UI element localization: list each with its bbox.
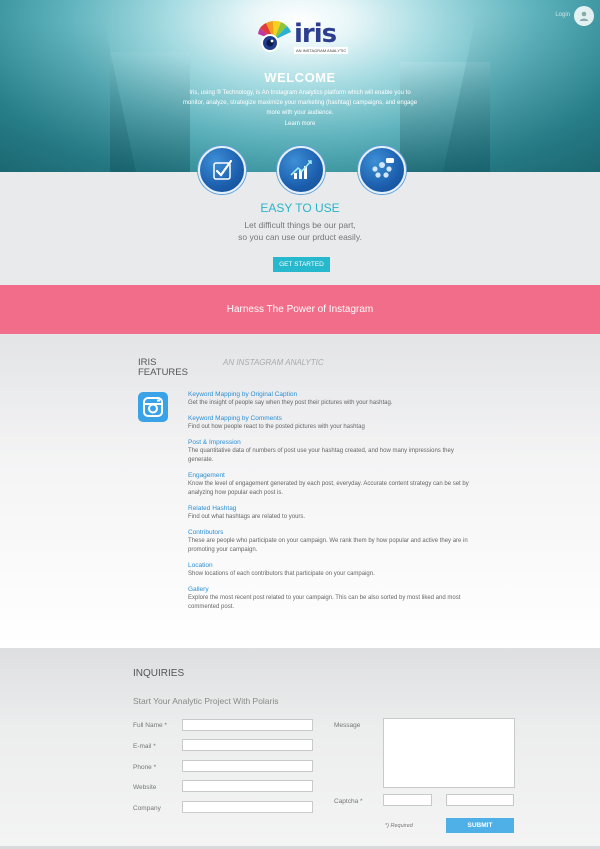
inquiries-subtitle: Start Your Analytic Project With Polaris bbox=[133, 696, 279, 706]
list-item: Contributors These are people who partic… bbox=[188, 528, 478, 555]
user-icon[interactable] bbox=[574, 6, 594, 26]
company-label: Company bbox=[133, 805, 161, 812]
feature-title[interactable]: Related Hashtag bbox=[188, 504, 478, 513]
feature-title[interactable]: Keyword Mapping by Original Caption bbox=[188, 390, 478, 399]
iris-eye-logo-icon bbox=[258, 20, 291, 52]
required-note: *) Required bbox=[385, 823, 413, 829]
logo-wordmark: iris bbox=[294, 19, 337, 49]
features-subtitle: AN INSTAGRAM ANALYTIC bbox=[223, 358, 324, 367]
growth-chart-icon bbox=[277, 146, 325, 194]
company-field[interactable] bbox=[182, 801, 313, 813]
feature-desc: Get the insight of people say when they … bbox=[188, 400, 393, 406]
logo-tagline: AN INSTAGRAM ANALYTIC bbox=[294, 47, 349, 54]
submit-button[interactable]: SUBMIT bbox=[446, 818, 514, 833]
intro-text: Iris, using ® Technology, is An Instagra… bbox=[182, 90, 418, 116]
phone-label: Phone * bbox=[133, 764, 157, 771]
feature-title[interactable]: Location bbox=[188, 561, 478, 570]
captcha-label: Captcha * bbox=[334, 798, 363, 805]
list-item: Related Hashtag Find out what hashtags a… bbox=[188, 504, 478, 522]
instagram-icon bbox=[138, 392, 168, 422]
message-field[interactable] bbox=[383, 718, 515, 788]
website-label: Website bbox=[133, 784, 157, 791]
instagram-banner: Harness The Power of Instagram bbox=[0, 285, 600, 334]
easy-to-use-heading: EASY TO USE bbox=[260, 201, 340, 215]
captcha-field[interactable] bbox=[446, 794, 514, 806]
feature-desc: Explore the most recent post related to … bbox=[188, 595, 461, 610]
easy-line-1: Let difficult things be our part, bbox=[244, 220, 356, 230]
features-list: Keyword Mapping by Original Caption Get … bbox=[188, 390, 478, 618]
feature-desc: Show locations of each contributors that… bbox=[188, 571, 375, 577]
easy-line-2: so you can use our prduct easily. bbox=[238, 232, 362, 242]
community-icon bbox=[358, 146, 406, 194]
feature-title[interactable]: Engagement bbox=[188, 471, 478, 480]
full-name-field[interactable] bbox=[182, 719, 313, 731]
checkmark-chart-icon bbox=[198, 146, 246, 194]
list-item: Post & Impression The quantitative data … bbox=[188, 438, 478, 465]
feature-title[interactable]: Gallery bbox=[188, 585, 478, 594]
features-title: IRIS FEATURES bbox=[138, 358, 188, 378]
feature-desc: The quantitative data of numbers of post… bbox=[188, 448, 454, 463]
feature-desc: Know the level of engagement generated b… bbox=[188, 481, 469, 496]
banner-text: Harness The Power of Instagram bbox=[226, 304, 374, 315]
feature-title[interactable]: Contributors bbox=[188, 528, 478, 537]
feature-title[interactable]: Keyword Mapping by Comments bbox=[188, 414, 478, 423]
list-item: Keyword Mapping by Original Caption Get … bbox=[188, 390, 478, 408]
email-field[interactable] bbox=[182, 739, 313, 751]
list-item: Engagement Know the level of engagement … bbox=[188, 471, 478, 498]
get-started-button[interactable]: GET STARTED bbox=[273, 257, 330, 272]
features-section: IRIS FEATURES AN INSTAGRAM ANALYTIC Keyw… bbox=[0, 334, 600, 648]
iris-logo[interactable]: iris AN INSTAGRAM ANALYTIC bbox=[256, 18, 352, 58]
features-title-line2: FEATURES bbox=[138, 367, 188, 378]
feature-desc: Find out how people react to the posted … bbox=[188, 424, 365, 430]
inquiries-title: INQUIRIES bbox=[133, 668, 185, 679]
message-label: Message bbox=[334, 722, 361, 729]
full-name-label: Full Name * bbox=[133, 722, 167, 729]
phone-field[interactable] bbox=[182, 760, 313, 772]
learn-more-link[interactable]: Learn more bbox=[0, 121, 600, 127]
building-right bbox=[442, 12, 600, 172]
captcha-image bbox=[383, 794, 432, 806]
email-label: E-mail * bbox=[133, 743, 156, 750]
inquiries-section: INQUIRIES Start Your Analytic Project Wi… bbox=[0, 648, 600, 849]
welcome-heading: WELCOME bbox=[264, 70, 336, 85]
easy-to-use-text: Let difficult things be our part, so you… bbox=[0, 219, 600, 243]
list-item: Gallery Explore the most recent post rel… bbox=[188, 585, 478, 612]
feature-title[interactable]: Post & Impression bbox=[188, 438, 478, 447]
feature-desc: These are people who participate on your… bbox=[188, 538, 468, 553]
login-hint[interactable]: Login bbox=[555, 12, 570, 18]
website-field[interactable] bbox=[182, 780, 313, 792]
list-item: Keyword Mapping by Comments Find out how… bbox=[188, 414, 478, 432]
feature-desc: Find out what hashtags are related to yo… bbox=[188, 514, 306, 520]
list-item: Location Show locations of each contribu… bbox=[188, 561, 478, 579]
